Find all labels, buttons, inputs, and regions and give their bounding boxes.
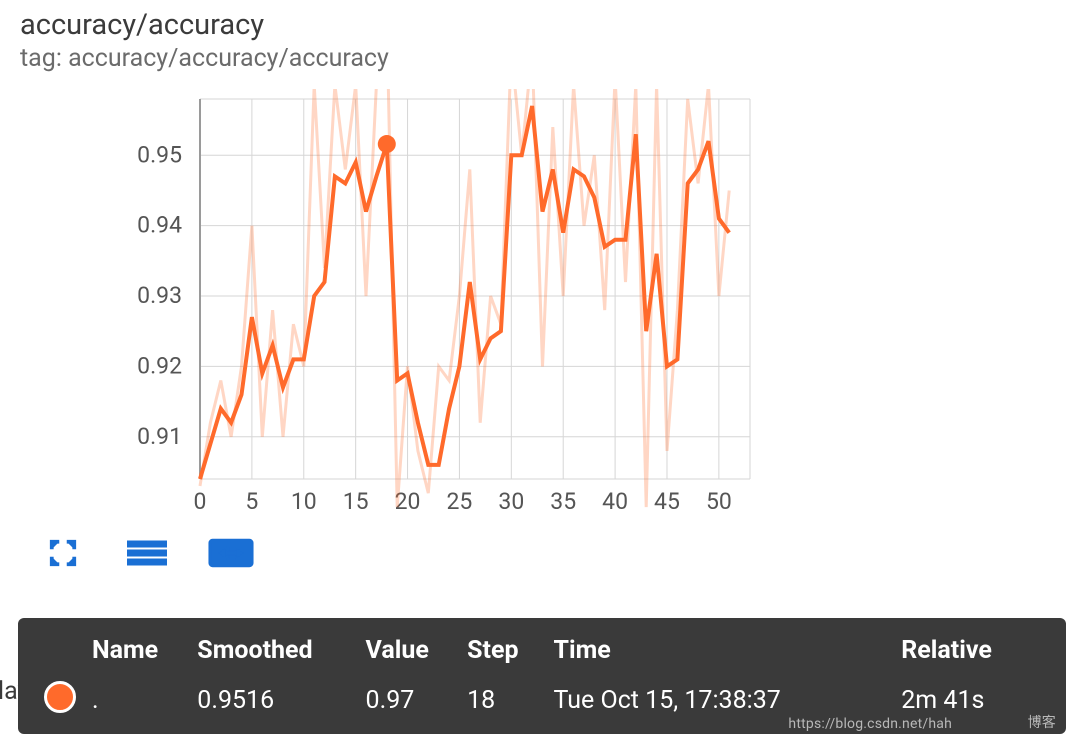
col-name: Name bbox=[88, 632, 193, 675]
watermark-text2: 博客 bbox=[1028, 712, 1056, 732]
series-swatch-icon bbox=[44, 681, 76, 713]
tooltip-row: . 0.9516 0.97 18 Tue Oct 15, 17:38:37 2m… bbox=[40, 675, 1044, 722]
svg-text:35: 35 bbox=[550, 488, 576, 515]
svg-text:30: 30 bbox=[498, 488, 524, 515]
chart-title: accuracy/accuracy bbox=[20, 8, 1052, 42]
svg-text:40: 40 bbox=[602, 488, 628, 515]
svg-text:50: 50 bbox=[706, 488, 732, 515]
svg-text:45: 45 bbox=[654, 488, 680, 515]
fullscreen-button[interactable] bbox=[40, 535, 86, 571]
chart-subtitle: tag: accuracy/accuracy/accuracy bbox=[20, 44, 1052, 73]
svg-text:0.92: 0.92 bbox=[137, 352, 182, 379]
cell-name: . bbox=[88, 675, 193, 722]
watermark-text: https://blog.csdn.net/hah bbox=[788, 716, 952, 732]
svg-text:0.95: 0.95 bbox=[137, 141, 182, 168]
col-time: Time bbox=[550, 632, 862, 675]
svg-text:0.94: 0.94 bbox=[137, 212, 182, 239]
svg-text:10: 10 bbox=[291, 488, 317, 515]
line-chart[interactable]: 0.910.920.930.940.9505101520253035404550 bbox=[0, 89, 780, 529]
chart-toolbar bbox=[0, 529, 1072, 577]
fit-domain-button[interactable] bbox=[208, 535, 254, 571]
cell-step: 18 bbox=[463, 675, 549, 722]
cell-relative: 2m 41s bbox=[861, 675, 1044, 722]
cell-smoothed: 0.9516 bbox=[193, 675, 361, 722]
toggle-axis-button[interactable] bbox=[124, 535, 170, 571]
col-value: Value bbox=[362, 632, 464, 675]
svg-text:0: 0 bbox=[194, 488, 207, 515]
svg-text:5: 5 bbox=[245, 488, 258, 515]
svg-text:0.91: 0.91 bbox=[137, 423, 182, 450]
cell-time: Tue Oct 15, 17:38:37 bbox=[550, 675, 862, 722]
svg-text:15: 15 bbox=[343, 488, 369, 515]
cell-value: 0.97 bbox=[362, 675, 464, 722]
col-smoothed: Smoothed bbox=[193, 632, 361, 675]
chart-area[interactable]: 0.910.920.930.940.9505101520253035404550 bbox=[0, 89, 1072, 529]
col-relative: Relative bbox=[861, 632, 1044, 675]
svg-text:25: 25 bbox=[447, 488, 473, 515]
col-step: Step bbox=[463, 632, 549, 675]
svg-text:0.93: 0.93 bbox=[137, 282, 182, 309]
